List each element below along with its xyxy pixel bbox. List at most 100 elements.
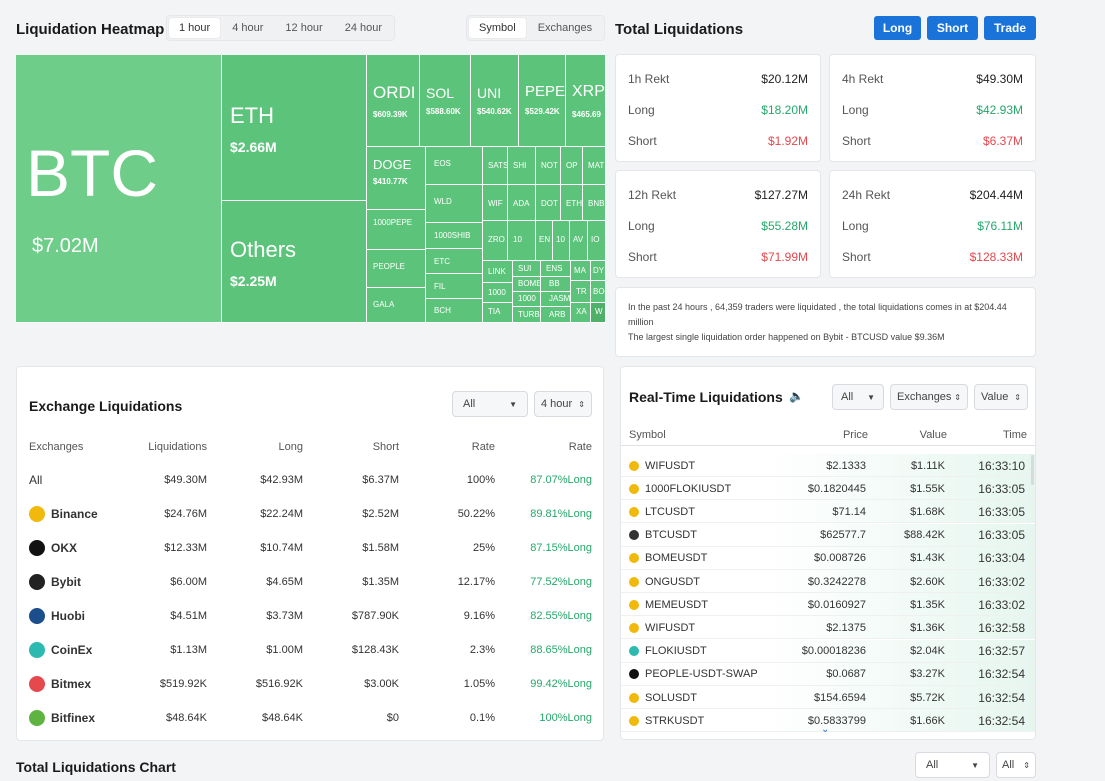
tile-1000-b[interactable]: 1000 bbox=[513, 292, 541, 307]
symbol-cell: SOLUSDT bbox=[629, 686, 697, 709]
long-button[interactable]: Long bbox=[874, 16, 921, 40]
tile-not[interactable]: NOT bbox=[536, 147, 561, 185]
tile-xrp[interactable]: XRP $465.69 bbox=[566, 55, 606, 147]
tab-4-hour[interactable]: 4 hour bbox=[222, 18, 273, 38]
long-value: $76.11M bbox=[977, 218, 1023, 233]
rekt-total: $127.27M bbox=[754, 187, 808, 202]
tile-sats[interactable]: SATS bbox=[483, 147, 508, 185]
tile-10-b[interactable]: 10 bbox=[553, 221, 570, 261]
tile-eth[interactable]: ETH $2.66M bbox=[222, 55, 367, 201]
realtime-value-select[interactable]: Value ⇕ bbox=[974, 384, 1028, 410]
tab-12-hour[interactable]: 12 hour bbox=[275, 18, 332, 38]
binance-icon bbox=[629, 622, 639, 633]
tile-turbo[interactable]: TURB bbox=[513, 307, 541, 323]
list-item[interactable]: 1000FLOKIUSDT $0.1820445 $1.55K 16:33:05 bbox=[621, 477, 1035, 501]
symbol-cell: STRKUSDT bbox=[629, 709, 704, 732]
scroll-down-icon[interactable]: ⌄ bbox=[821, 724, 829, 735]
list-item[interactable]: BTCUSDT $62577.7 $88.42K 16:33:05 bbox=[621, 523, 1035, 547]
tile-wld[interactable]: WLD bbox=[426, 185, 483, 223]
exchange-time-select[interactable]: 4 hour ⇕ bbox=[534, 391, 592, 417]
col-symbol: Symbol bbox=[629, 428, 666, 441]
realtime-exchanges-select[interactable]: Exchanges ⇕ bbox=[890, 384, 968, 410]
scrollbar[interactable] bbox=[1031, 455, 1034, 485]
list-item[interactable]: FLOKIUSDT $0.00018236 $2.04K 16:32:57 bbox=[621, 639, 1035, 663]
tile-1000-a[interactable]: 1000 bbox=[483, 283, 513, 303]
list-item[interactable]: SOLUSDT $154.6594 $5.72K 16:32:54 bbox=[621, 686, 1035, 709]
tile-others[interactable]: Others $2.25M bbox=[222, 201, 367, 323]
tile-uni[interactable]: UNI $540.62K bbox=[471, 55, 519, 147]
price-value: $0.008726 bbox=[814, 552, 866, 565]
tile-zro[interactable]: ZRO bbox=[483, 221, 508, 261]
tile-dot[interactable]: DOT bbox=[536, 185, 561, 221]
tile-people[interactable]: PEOPLE bbox=[367, 250, 426, 288]
tile-dy[interactable]: DY bbox=[591, 261, 606, 281]
tile-matic[interactable]: MAT bbox=[583, 147, 606, 185]
tile-bo[interactable]: BO bbox=[591, 281, 606, 303]
tile-tia[interactable]: TIA bbox=[483, 303, 513, 323]
tab-exchanges[interactable]: Exchanges bbox=[528, 18, 602, 38]
price-value: $62577.7 bbox=[820, 529, 866, 542]
list-item[interactable]: MEMEUSDT $0.0160927 $1.35K 16:33:02 bbox=[621, 593, 1035, 617]
tile-ens[interactable]: ENS bbox=[541, 261, 571, 277]
tile-ada[interactable]: ADA bbox=[508, 185, 536, 221]
chart-sort-select[interactable]: All ⇕ bbox=[996, 752, 1036, 778]
tile-io[interactable]: IO bbox=[588, 221, 606, 261]
tile-pepe[interactable]: PEPE $529.42K bbox=[519, 55, 566, 147]
chart-filter-select[interactable]: All ▼ bbox=[915, 752, 990, 778]
mute-icon[interactable]: 🔈 bbox=[789, 389, 804, 403]
price-value: $0.3242278 bbox=[807, 575, 866, 588]
table-row[interactable]: Bitmex $519.92K $516.92K $3.00K 1.05% 99.42%L… bbox=[17, 667, 605, 701]
list-item[interactable]: BOMEUSDT $0.008726 $1.43K 16:33:04 bbox=[621, 546, 1035, 570]
tile-sui[interactable]: SUI bbox=[513, 261, 541, 277]
short-button[interactable]: Short bbox=[927, 16, 978, 40]
tile-link[interactable]: LINK bbox=[483, 261, 513, 283]
tile-eos[interactable]: EOS bbox=[426, 147, 483, 185]
list-item[interactable]: WIFUSDT $2.1333 $1.11K 16:33:10 bbox=[621, 454, 1035, 477]
tile-op[interactable]: OP bbox=[561, 147, 583, 185]
table-row[interactable]: Bybit $6.00M $4.65M $1.35M 12.17% 77.52%Long bbox=[17, 565, 605, 599]
table-row[interactable]: Bitfinex $48.64K $48.64K $0 0.1% 100%Long bbox=[17, 701, 605, 735]
table-row[interactable]: Binance $24.76M $22.24M $2.52M 50.22% 89.81%L… bbox=[17, 497, 605, 531]
trade-button[interactable]: Trade bbox=[984, 16, 1036, 40]
liquidations-value: $519.92K bbox=[159, 678, 207, 690]
tile-bch[interactable]: BCH bbox=[426, 299, 483, 323]
tile-sol[interactable]: SOL $588.60K bbox=[420, 55, 471, 147]
list-item[interactable]: ONGUSDT $0.3242278 $2.60K 16:33:02 bbox=[621, 570, 1035, 593]
tile-1000shib[interactable]: 1000SHIB bbox=[426, 223, 483, 249]
tile-fil[interactable]: FIL bbox=[426, 274, 483, 299]
tile-10-a[interactable]: 10 bbox=[508, 221, 536, 261]
realtime-title: Real-Time Liquidations bbox=[629, 389, 783, 405]
exchange-filter-select[interactable]: All ▼ bbox=[452, 391, 528, 417]
tile-bnb[interactable]: BNB bbox=[583, 185, 606, 221]
tile-etc[interactable]: ETC bbox=[426, 249, 483, 274]
tile-ma[interactable]: MA bbox=[571, 261, 591, 281]
tile-1000pepe[interactable]: 1000PEPE bbox=[367, 210, 426, 250]
table-row[interactable]: Huobi $4.51M $3.73M $787.90K 9.16% 82.55%Long bbox=[17, 599, 605, 633]
table-row[interactable]: CoinEx $1.13M $1.00M $128.43K 2.3% 88.65%Long bbox=[17, 633, 605, 667]
tile-jasmy[interactable]: JASM bbox=[541, 292, 571, 307]
tile-w[interactable]: W bbox=[591, 303, 606, 323]
tile-tr[interactable]: TR bbox=[571, 281, 591, 303]
tile-shib[interactable]: SHI bbox=[508, 147, 536, 185]
tile-ordi[interactable]: ORDI $609.39K bbox=[367, 55, 420, 147]
tab-1-hour[interactable]: 1 hour bbox=[169, 18, 221, 38]
tab-24-hour[interactable]: 24 hour bbox=[335, 18, 392, 38]
tile-gala[interactable]: GALA bbox=[367, 288, 426, 323]
tile-btc[interactable]: BTC $7.02M bbox=[16, 55, 222, 323]
tile-doge[interactable]: DOGE $410.77K bbox=[367, 147, 426, 210]
tile-av[interactable]: AV bbox=[570, 221, 588, 261]
tile-en[interactable]: EN bbox=[536, 221, 553, 261]
realtime-filter-select[interactable]: All ▼ bbox=[832, 384, 884, 410]
list-item[interactable]: PEOPLE-USDT-SWAP $0.0687 $3.27K 16:32:54 bbox=[621, 662, 1035, 686]
tile-arb[interactable]: ARB bbox=[541, 307, 571, 323]
table-row[interactable]: All $49.30M $42.93M $6.37M 100% 87.07%Long bbox=[17, 463, 605, 497]
tile-eth-small[interactable]: ETH bbox=[561, 185, 583, 221]
list-item[interactable]: WIFUSDT $2.1375 $1.36K 16:32:58 bbox=[621, 616, 1035, 640]
tile-bb[interactable]: BB bbox=[541, 277, 571, 292]
tile-bome[interactable]: BOME bbox=[513, 277, 541, 292]
list-item[interactable]: LTCUSDT $71.14 $1.68K 16:33:05 bbox=[621, 500, 1035, 524]
table-row[interactable]: OKX $12.33M $10.74M $1.58M 25% 87.15%Long bbox=[17, 531, 605, 565]
tab-symbol[interactable]: Symbol bbox=[469, 18, 526, 38]
tile-xai[interactable]: XA bbox=[571, 303, 591, 323]
tile-wif[interactable]: WIF bbox=[483, 185, 508, 221]
